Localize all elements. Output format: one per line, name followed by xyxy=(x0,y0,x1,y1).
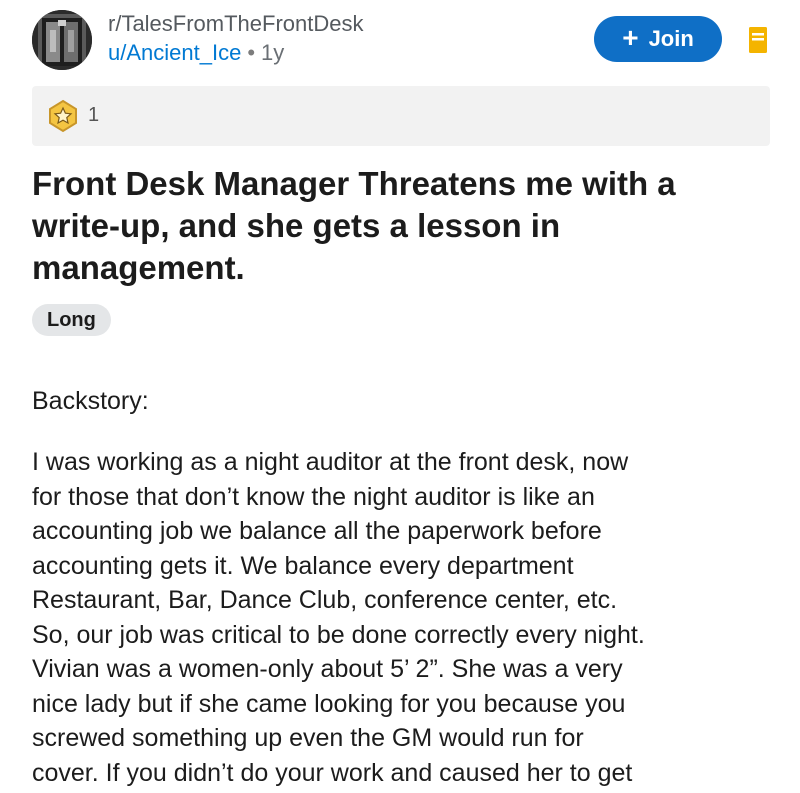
body-line: accounting gets it. We balance every dep… xyxy=(32,551,574,580)
body-line: cover. If you didn’t do your work and ca… xyxy=(32,758,633,787)
award-star-icon xyxy=(49,99,77,133)
post-body: I was working as a night auditor at the … xyxy=(32,445,792,790)
meta-separator: • xyxy=(247,40,256,65)
bookmark-icon[interactable] xyxy=(748,26,768,54)
section-heading: Backstory: xyxy=(32,387,149,415)
post-age: 1y xyxy=(261,40,285,65)
post-meta: r/TalesFromTheFrontDesk u/Ancient_Ice • 1y xyxy=(108,10,364,68)
award-count: 1 xyxy=(88,104,100,126)
hotel-door-avatar-image xyxy=(32,10,92,70)
body-line: screwed something up even the GM would r… xyxy=(32,724,584,752)
post-flair[interactable]: Long xyxy=(32,304,111,336)
plus-icon: + xyxy=(622,21,639,53)
join-label: Join xyxy=(648,26,694,51)
awards-bar[interactable]: 1 xyxy=(32,86,770,146)
body-line: nice lady but if she came looking for yo… xyxy=(32,689,626,718)
body-line: I was working as a night auditor at the … xyxy=(32,448,629,476)
subreddit-name[interactable]: r/TalesFromTheFrontDesk xyxy=(108,10,364,38)
body-line: So, our job was critical to be done corr… xyxy=(32,620,645,649)
post-title[interactable]: Front Desk Manager Threatens me with a w… xyxy=(32,163,772,289)
body-line: Vivian was a women-only about 5’ 2”. She… xyxy=(32,655,623,683)
subreddit-avatar[interactable] xyxy=(32,10,92,70)
post-header: r/TalesFromTheFrontDesk u/Ancient_Ice • 1y… xyxy=(32,8,772,70)
body-line: accounting job we balance all the paperw… xyxy=(32,517,602,545)
author-line: u/Ancient_Ice • 1y xyxy=(108,38,364,68)
body-line: Restaurant, Bar, Dance Club, conference … xyxy=(32,586,618,614)
author-username[interactable]: u/Ancient_Ice xyxy=(108,40,241,65)
body-line: for those that don’t know the night audi… xyxy=(32,482,595,511)
join-button[interactable]: + Join xyxy=(594,16,722,62)
